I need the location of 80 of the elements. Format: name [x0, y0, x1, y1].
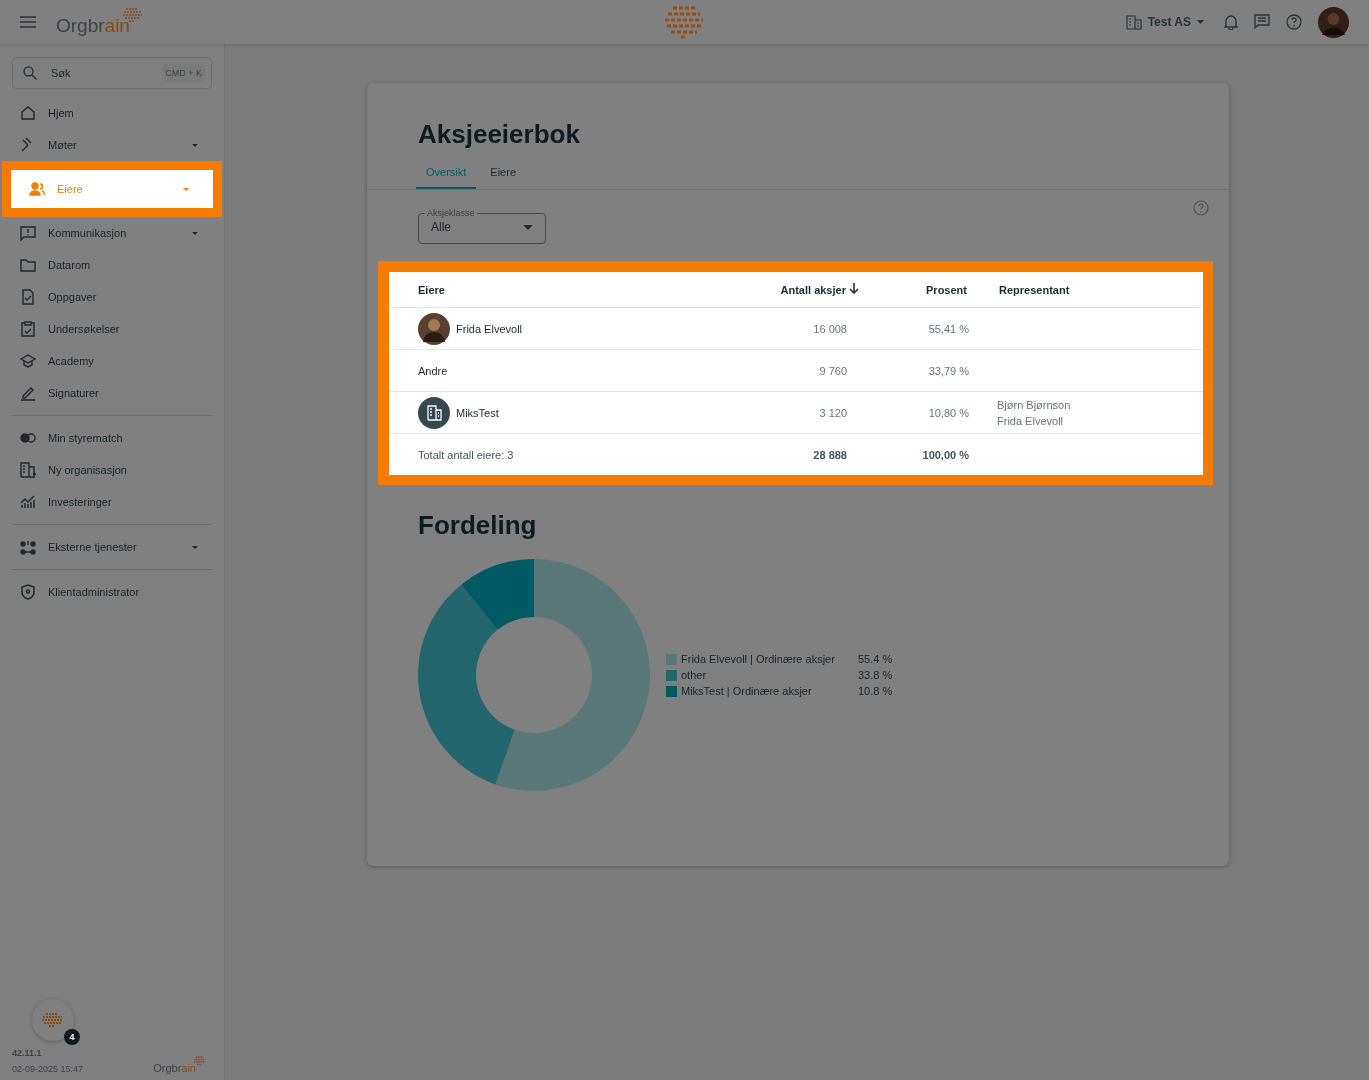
building-icon	[20, 462, 36, 478]
caret-icon	[1197, 20, 1204, 24]
table-cell: 33,79 %	[893, 349, 983, 392]
owner-name: Frida Elvevoll	[456, 322, 523, 335]
company-avatar	[418, 396, 450, 429]
help-icon[interactable]	[1286, 14, 1302, 30]
legend-value: 10.8 %	[858, 685, 893, 697]
nav-item[interactable]: Kommunikasjon	[12, 217, 212, 249]
menu-icon[interactable]	[20, 16, 36, 28]
legend-value: 55.4 %	[858, 653, 893, 665]
avatar[interactable]	[1318, 6, 1349, 38]
chat-alert-icon	[20, 225, 36, 241]
column-header[interactable]: Eiere	[389, 272, 745, 308]
legend-label: other	[681, 669, 708, 681]
legend-swatch	[666, 685, 677, 697]
shield-icon	[20, 584, 36, 600]
share-class-select[interactable]: Aksjeklasse Alle	[418, 208, 546, 244]
chat-icon[interactable]	[1254, 14, 1270, 30]
legend-swatch	[666, 653, 677, 665]
representative-name: Bjørn Bjørnson	[997, 397, 1072, 413]
nav-item[interactable]: Signaturer	[12, 377, 212, 409]
pen-icon	[20, 385, 36, 401]
company-selector[interactable]: Test AS	[1121, 10, 1208, 34]
chart-icon	[20, 494, 36, 510]
logo[interactable]: Orgbrain	[56, 7, 144, 37]
page-title: Aksjeeierbok	[417, 118, 581, 150]
search-input[interactable]: Søk	[49, 66, 151, 80]
avatar	[418, 312, 450, 345]
clipboard-check-icon	[20, 321, 36, 337]
legend-value: 33.8 %	[858, 669, 893, 681]
column-header[interactable]: Antall aksjer	[745, 272, 893, 308]
home-icon	[20, 105, 36, 121]
document-check-icon	[20, 289, 36, 305]
nav-item[interactable]: Oppgaver	[12, 281, 212, 313]
representative-name: Frida Elvevoll	[997, 413, 1065, 429]
nodes-icon	[20, 539, 36, 555]
column-header[interactable]: Representant	[983, 272, 1203, 308]
nav-item[interactable]: Eksterne tjenester	[12, 531, 212, 563]
legend-swatch	[666, 669, 677, 681]
nav-item[interactable]: Ny organisasjon	[12, 454, 212, 486]
caret-icon	[523, 224, 533, 230]
table-cell: 16 008	[745, 307, 893, 350]
notification-badge: 4	[64, 1029, 80, 1045]
nav-item[interactable]: Hjem	[12, 97, 212, 129]
brain-icon	[41, 1012, 65, 1028]
nav-item[interactable]: Møter	[12, 129, 212, 161]
section-title: Fordeling	[417, 509, 538, 541]
nav-item[interactable]: Academy	[12, 345, 212, 377]
search-icon	[23, 66, 37, 80]
nav-item[interactable]: Min styrematch	[12, 422, 212, 454]
timestamp: 02-09-2025 15:47	[12, 1064, 84, 1074]
table-cell: 55,41 %	[893, 307, 983, 350]
owner-name: Andre	[418, 364, 448, 377]
table-cell: 28 888	[745, 433, 893, 475]
people-icon	[29, 181, 45, 197]
table-cell: 3 120	[745, 391, 893, 434]
nav-item[interactable]: Eiere	[2, 161, 222, 217]
help-icon[interactable]	[1193, 200, 1209, 216]
legend-label: MiksTest | Ordinære aksjer	[681, 685, 813, 697]
nav-item[interactable]: Datarom	[12, 249, 212, 281]
building-icon	[1125, 14, 1142, 30]
bell-icon[interactable]	[1224, 14, 1238, 30]
graduation-cap-icon	[20, 353, 36, 369]
toggle-icon	[20, 430, 36, 446]
total-label: Totalt antall eiere: 3	[389, 433, 745, 475]
folder-icon	[20, 257, 36, 273]
table-cell: 10,80 %	[893, 391, 983, 434]
version-number: 42.11.1	[12, 1048, 43, 1058]
owner-name: MiksTest	[456, 406, 499, 419]
nav-item[interactable]: Undersøkelser	[12, 313, 212, 345]
assistant-button[interactable]	[32, 999, 74, 1041]
table-cell: 100,00 %	[893, 433, 983, 475]
legend-label: Frida Elvevoll | Ordinære aksjer	[681, 653, 836, 665]
tab[interactable]: Eiere	[480, 162, 527, 189]
footer-logo: Orgbrain	[153, 1056, 206, 1074]
arrow-down-icon	[849, 283, 859, 294]
nav-item[interactable]: Investeringer	[12, 486, 212, 518]
column-header[interactable]: Prosent	[893, 272, 983, 308]
nav-item[interactable]: Klientadministrator	[12, 576, 212, 608]
table-cell: 9 760	[745, 349, 893, 392]
